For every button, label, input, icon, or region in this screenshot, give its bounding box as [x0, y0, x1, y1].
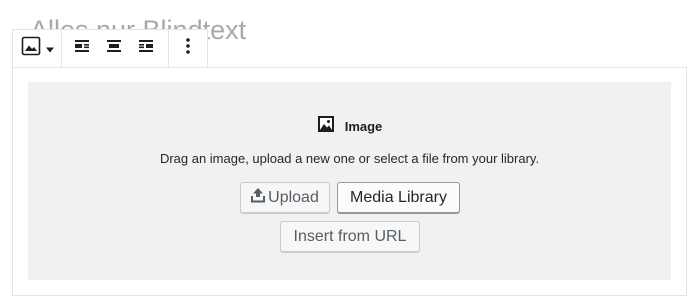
align-left-button[interactable] [66, 30, 98, 67]
block-switcher-group [13, 30, 61, 67]
more-options-button[interactable] [169, 30, 207, 67]
media-library-button[interactable]: Media Library [337, 182, 460, 213]
chevron-down-icon [45, 40, 54, 58]
align-right-button[interactable] [130, 30, 162, 67]
placeholder-instructions: Drag an image, upload a new one or selec… [159, 151, 540, 166]
media-library-button-label: Media Library [350, 188, 447, 206]
image-placeholder: Image Drag an image, upload a new one or… [28, 82, 671, 280]
align-right-icon [138, 39, 154, 58]
alignment-group [61, 30, 168, 67]
align-left-icon [74, 39, 90, 58]
upload-icon [251, 187, 266, 208]
placeholder-title: Image [344, 119, 383, 134]
upload-button-label: Upload [268, 188, 319, 206]
image-block[interactable]: Image Drag an image, upload a new one or… [12, 67, 687, 296]
editor-canvas: Alles nur Blindtext Image Drag an image,… [0, 0, 699, 306]
upload-button[interactable]: Upload [240, 182, 330, 213]
block-type-switcher[interactable] [13, 30, 61, 67]
align-center-button[interactable] [98, 30, 130, 67]
image-icon [21, 36, 41, 61]
placeholder-label: Image [28, 115, 671, 138]
insert-from-url-button[interactable]: Insert from URL [280, 221, 420, 252]
block-toolbar [12, 29, 208, 68]
align-center-icon [106, 39, 122, 58]
insert-from-url-button-label: Insert from URL [293, 227, 407, 245]
vertical-ellipsis-icon [186, 38, 190, 59]
more-options-group [168, 30, 207, 67]
image-icon [317, 115, 335, 138]
